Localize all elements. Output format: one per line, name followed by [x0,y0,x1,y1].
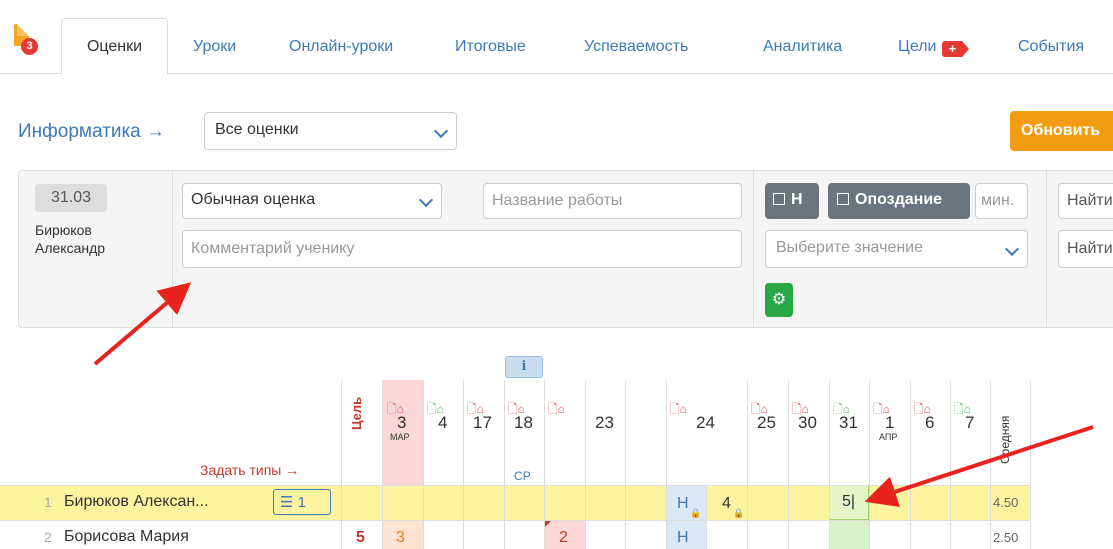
plus-icon: + [942,41,970,57]
row-number: 1 [44,494,52,510]
mark-cell[interactable]: 3 [396,529,405,547]
value-select[interactable]: Выберите значение [765,230,1028,268]
tab-finals[interactable]: Итоговые [455,38,526,56]
tab-events[interactable]: События [1018,38,1084,56]
student-name: Бирюков Александр [35,222,106,256]
column-day[interactable]: 24 [696,413,715,433]
work-name-input[interactable]: Название работы [483,183,742,219]
subject-title[interactable]: Информатика → [18,121,165,143]
late-minutes-input[interactable]: мин. [975,183,1028,219]
mark-editor-panel: 31.03 Бирюков Александр Обычная оценка Н… [18,170,1113,328]
search-input-2[interactable]: Найти [1058,230,1113,268]
info-icon[interactable]: i [505,356,543,378]
refresh-button[interactable]: Обновить [1010,111,1113,151]
average-value: 2.50 [993,530,1019,545]
mark-type-select[interactable]: Обычная оценка [182,183,442,219]
notification-badge: 3 [21,38,38,55]
mark-cell[interactable]: Н [677,495,689,513]
column-day[interactable]: 31 [839,413,858,433]
student-row-name[interactable]: Борисова Мария [64,528,189,546]
column-day[interactable]: 7 [965,413,974,433]
chevron-down-icon [418,192,434,208]
grades-filter-select[interactable]: Все оценки [204,112,457,150]
lock-icon: 🔒 [733,508,745,518]
tab-lessons[interactable]: Уроки [193,38,236,56]
column-day[interactable]: 18 [514,413,533,433]
lesson-date: 31.03 [35,184,107,212]
late-toggle[interactable]: Опоздание [828,183,970,219]
column-tag: СР [514,469,531,483]
checkbox-icon [773,193,785,205]
checkbox-icon [837,193,849,205]
mark-cell[interactable]: Н [677,529,689,547]
tab-analytics[interactable]: Аналитика [763,38,842,56]
column-month: АПР [879,432,898,442]
tab-goals-label: Цели [898,38,937,55]
settings-button[interactable]: ⚙ [765,283,793,317]
row-number: 2 [44,529,52,545]
goal-header: Цель [349,396,364,430]
average-value: 4.50 [993,495,1019,510]
chevron-down-icon [1004,241,1020,257]
grades-filter-value: Все оценки [215,121,299,138]
set-types-link[interactable]: Задать типы → [200,462,299,478]
average-header[interactable]: Средняя [998,394,1012,464]
mark-cell[interactable]: 4 [722,495,731,513]
goal-list-button[interactable]: ☰ 1 [273,489,331,515]
mark-input[interactable]: 5| [842,493,855,511]
comment-input[interactable]: Комментарий ученику [182,230,742,268]
mark-cell[interactable]: 2 [559,529,568,547]
column-day[interactable]: 25 [757,413,776,433]
tab-performance[interactable]: Успеваемость [584,38,688,56]
column-day[interactable]: 23 [595,413,614,433]
homework-icon: 🗋⌂ [670,402,687,416]
tab-online-lessons[interactable]: Онлайн-уроки [289,38,393,56]
goal-value: 5 [356,529,365,546]
gear-icon: ⚙ [771,291,787,308]
tab-goals[interactable]: Цели + [898,38,970,57]
column-day[interactable]: 4 [438,413,447,433]
late-label: Опоздание [855,191,943,208]
tab-grades[interactable]: Оценки [61,18,168,75]
homework-icon: 🗋⌂ [548,402,565,416]
mark-type-value: Обычная оценка [191,191,316,208]
column-day[interactable]: 17 [473,413,492,433]
column-day[interactable]: 30 [798,413,817,433]
goal-count: 1 [297,494,306,511]
column-month: МАР [390,432,410,442]
tab-bar: 3 Оценки Уроки Онлайн-уроки Итоговые Усп… [0,0,1113,75]
column-day[interactable]: 6 [925,413,934,433]
list-icon: ☰ [280,494,294,511]
absent-label: Н [791,191,803,208]
search-input-1[interactable]: Найти [1058,183,1113,219]
column-day[interactable]: 3 [397,413,406,433]
column-day[interactable]: 1 [885,413,894,433]
absent-toggle[interactable]: Н [765,183,819,219]
chevron-down-icon [433,123,449,139]
value-select-placeholder: Выберите значение [776,239,924,256]
student-row-name[interactable]: Бирюков Алексан... [64,493,209,511]
lock-icon: 🔒 [690,508,702,518]
